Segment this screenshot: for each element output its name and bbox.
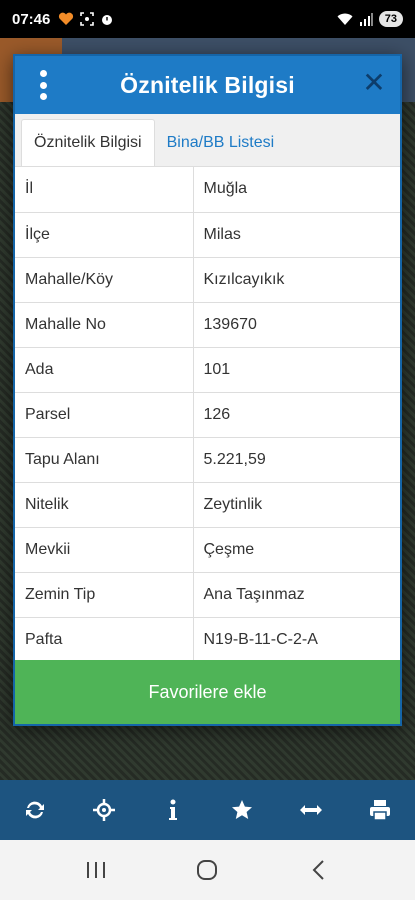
attribute-info-dialog: Öznitelik Bilgisi ✕ Öznitelik Bilgisi Bi… [13, 54, 402, 726]
row-key: Parsel [15, 392, 194, 438]
signal-icon [359, 12, 373, 26]
screenshot-notification-icon [80, 12, 95, 26]
row-value: Çeşme [193, 527, 400, 573]
status-bar: 07:46 73 [0, 0, 415, 38]
table-row: Ada 101 [15, 347, 400, 393]
row-value: Kızılcayıkık [193, 257, 400, 303]
recent-apps-icon[interactable] [76, 850, 116, 890]
table-row: Mevkii Çeşme [15, 527, 400, 573]
row-value: 101 [193, 347, 400, 393]
locate-icon[interactable] [84, 790, 124, 830]
status-system-icons: 73 [337, 11, 403, 27]
star-icon[interactable] [222, 790, 262, 830]
row-key: İl [15, 167, 194, 213]
row-value: Zeytinlik [193, 482, 400, 528]
measure-icon[interactable] [291, 790, 331, 830]
alarm-notification-icon [102, 15, 113, 25]
table-row: Tapu Alanı 5.221,59 [15, 437, 400, 483]
row-value: Milas [193, 212, 400, 258]
row-value: 126 [193, 392, 400, 438]
row-value: 5.221,59 [193, 437, 400, 483]
more-options-icon[interactable] [33, 68, 53, 102]
table-row: Parsel 126 [15, 392, 400, 438]
row-key: Mahalle/Köy [15, 257, 194, 303]
table-row: İl Muğla [15, 167, 400, 213]
tab-building-list[interactable]: Bina/BB Listesi [155, 119, 287, 166]
row-key: Pafta [15, 617, 194, 663]
bottom-toolbar [0, 780, 415, 840]
home-icon[interactable] [187, 850, 227, 890]
info-icon[interactable] [153, 790, 193, 830]
back-icon[interactable] [299, 850, 339, 890]
row-key: Zemin Tip [15, 572, 194, 618]
add-to-favorites-button[interactable]: Favorilere ekle [15, 660, 400, 724]
row-key: İlçe [15, 212, 194, 258]
row-key: Mevkii [15, 527, 194, 573]
heart-notification-icon [59, 12, 74, 25]
table-row: Nitelik Zeytinlik [15, 482, 400, 528]
status-notification-icons [58, 12, 114, 26]
table-row: Mahalle/Köy Kızılcayıkık [15, 257, 400, 303]
battery-level: 73 [378, 11, 403, 27]
dialog-tabs: Öznitelik Bilgisi Bina/BB Listesi [15, 114, 400, 167]
refresh-icon[interactable] [15, 790, 55, 830]
wifi-icon [337, 13, 353, 25]
row-value: 139670 [193, 302, 400, 348]
table-row: Pafta N19-B-11-C-2-A [15, 617, 400, 663]
attribute-table: İl Muğla İlçe Milas Mahalle/Köy Kızılcayıkı… [15, 167, 400, 663]
row-key: Mahalle No [15, 302, 194, 348]
dialog-header: Öznitelik Bilgisi ✕ [15, 56, 400, 114]
table-row: Mahalle No 139670 [15, 302, 400, 348]
table-row: Zemin Tip Ana Taşınmaz [15, 572, 400, 618]
table-row: İlçe Milas [15, 212, 400, 258]
row-key: Tapu Alanı [15, 437, 194, 483]
close-icon[interactable]: ✕ [360, 69, 388, 97]
tab-attribute-info[interactable]: Öznitelik Bilgisi [21, 119, 155, 166]
system-nav-bar [0, 840, 415, 900]
row-key: Nitelik [15, 482, 194, 528]
row-value: Muğla [193, 167, 400, 213]
print-icon[interactable] [360, 790, 400, 830]
row-value: N19-B-11-C-2-A [193, 617, 400, 663]
row-value: Ana Taşınmaz [193, 572, 400, 618]
dialog-title: Öznitelik Bilgisi [120, 71, 295, 98]
row-key: Ada [15, 347, 194, 393]
status-time: 07:46 [12, 10, 51, 28]
